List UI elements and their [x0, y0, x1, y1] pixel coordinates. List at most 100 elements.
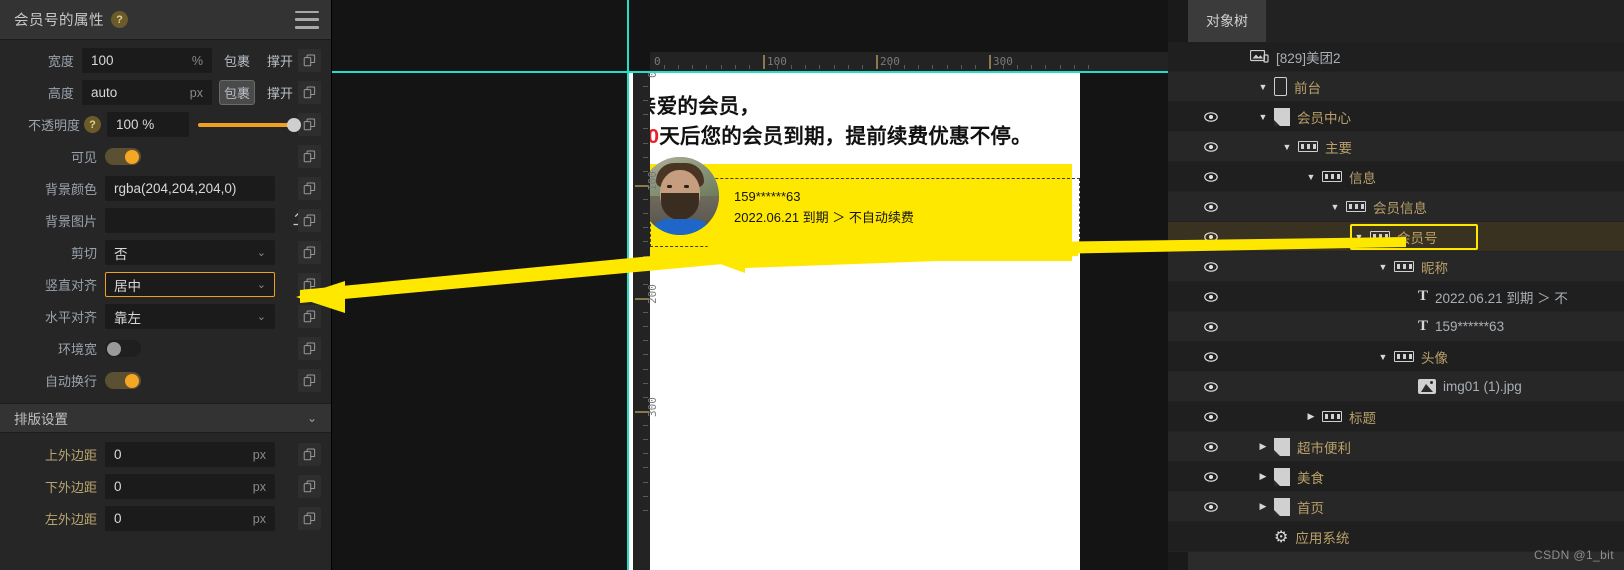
visibility-eye-icon[interactable]	[1204, 200, 1218, 214]
ruler-tick-label: 300	[646, 397, 659, 417]
guide-line-horizontal	[332, 71, 1168, 73]
toggle-switch[interactable]	[105, 340, 141, 357]
chevron-right-icon[interactable]: ▶	[1258, 441, 1268, 452]
chevron-down-icon[interactable]: ▼	[1330, 202, 1340, 212]
toggle-switch[interactable]	[105, 148, 141, 165]
chevron-down-icon[interactable]: ⌄	[257, 310, 266, 323]
opacity-slider[interactable]	[198, 117, 301, 132]
visibility-eye-icon[interactable]	[1204, 320, 1218, 334]
copy-icon[interactable]	[298, 273, 321, 296]
design-page[interactable]: 亲爱的会员， 40天后您的会员到期，提前续费优惠不停。 159******63 …	[628, 72, 1080, 570]
copy-icon[interactable]	[298, 209, 321, 232]
visibility-eye-icon[interactable]	[1204, 380, 1218, 394]
input-背景颜色[interactable]: rgba(204,204,204,0)	[105, 176, 275, 201]
copy-icon[interactable]	[298, 337, 321, 360]
visibility-eye-icon[interactable]	[1204, 170, 1218, 184]
chevron-down-icon[interactable]: ▼	[1378, 262, 1388, 272]
tree-row[interactable]: T 2022.06.21 到期 ＞ 不	[1168, 282, 1624, 312]
copy-icon[interactable]	[298, 145, 321, 168]
chevron-down-icon[interactable]: ⌄	[257, 246, 266, 259]
chevron-down-icon[interactable]: ⌄	[307, 411, 317, 425]
property-label: 背景图片	[44, 214, 97, 229]
chevron-down-icon[interactable]: ▼	[1258, 82, 1268, 92]
visibility-eye-icon[interactable]	[1204, 110, 1218, 124]
section-layout-settings[interactable]: 排版设置 ⌄	[0, 403, 331, 433]
input-高度[interactable]: auto px	[81, 80, 212, 105]
tree-row[interactable]: [829]美团2	[1168, 42, 1624, 72]
background-image-field[interactable]	[105, 208, 275, 233]
input-竖直对齐[interactable]: 居中 ⌄	[105, 272, 275, 297]
property-label: 下外边距	[44, 480, 97, 495]
copy-icon[interactable]	[298, 241, 321, 264]
tree-row[interactable]: ▼ 会员号	[1168, 222, 1624, 252]
tree-row[interactable]: ▶ 超市便利	[1168, 432, 1624, 462]
unit-label: px	[252, 447, 266, 462]
copy-icon[interactable]	[298, 369, 321, 392]
tree-item-label: 会员信息	[1373, 200, 1427, 216]
input-剪切[interactable]: 否 ⌄	[105, 240, 275, 265]
help-icon[interactable]: ?	[84, 116, 101, 133]
tree-row[interactable]: ▼ 会员信息	[1168, 192, 1624, 222]
chevron-down-icon[interactable]: ▼	[1282, 142, 1292, 152]
size-mode-撑开[interactable]: 撑开	[262, 48, 298, 73]
input-下外边距[interactable]: 0 px	[105, 474, 275, 499]
input-水平对齐[interactable]: 靠左 ⌄	[105, 304, 275, 329]
tree-row[interactable]: ▼ 前台	[1168, 72, 1624, 102]
chevron-down-icon[interactable]: ▼	[1378, 352, 1388, 362]
tab-object-tree[interactable]: 对象树	[1188, 0, 1266, 42]
input-左外边距[interactable]: 0 px	[105, 506, 275, 531]
tree-row[interactable]: ▼ 主要	[1168, 132, 1624, 162]
chevron-down-icon[interactable]: ▼	[1258, 112, 1268, 122]
visibility-eye-icon[interactable]	[1204, 440, 1218, 454]
tree-row[interactable]: ▶ 首页	[1168, 492, 1624, 522]
tree-row[interactable]: ▶ 标题	[1168, 402, 1624, 432]
help-icon[interactable]: ?	[111, 11, 128, 28]
visibility-eye-icon[interactable]	[1204, 500, 1218, 514]
tree-row[interactable]: ▼ 昵称	[1168, 252, 1624, 282]
input-宽度[interactable]: 100%	[81, 48, 212, 73]
visibility-eye-icon[interactable]	[1204, 260, 1218, 274]
visibility-eye-icon[interactable]	[1204, 290, 1218, 304]
copy-icon[interactable]	[298, 507, 321, 530]
size-mode-包裹[interactable]: 包裹	[218, 80, 255, 105]
chevron-down-icon[interactable]: ⌄	[257, 278, 266, 291]
visibility-eye-icon[interactable]	[1204, 230, 1218, 244]
tree-row[interactable]: T 159******63	[1168, 312, 1624, 342]
visibility-eye-icon[interactable]	[1204, 140, 1218, 154]
visibility-eye-icon[interactable]	[1204, 410, 1218, 424]
input-value: auto	[90, 85, 118, 100]
tree-row[interactable]: ▼ 会员中心	[1168, 102, 1624, 132]
copy-icon[interactable]	[298, 443, 321, 466]
chevron-down-icon[interactable]: ▼	[1354, 232, 1364, 242]
copy-icon[interactable]	[298, 177, 321, 200]
chevron-down-icon[interactable]: ▼	[1306, 172, 1316, 182]
chevron-right-icon[interactable]: ▶	[1258, 471, 1268, 482]
canvas-area[interactable]: 0100200300 0100200300 亲爱的会员， 40天后您的会员到期，…	[332, 0, 1168, 570]
vertical-ruler: 0 100 200 300	[633, 71, 659, 570]
member-card-highlight[interactable]: 159******63 2022.06.21 到期 ＞ 不自动续费	[636, 157, 1080, 261]
tree-item-label: 2022.06.21 到期 ＞ 不	[1435, 290, 1568, 306]
property-row-4: 背景颜色 rgba(204,204,204,0)	[0, 174, 331, 203]
size-mode-包裹[interactable]: 包裹	[219, 48, 255, 73]
copy-icon[interactable]	[298, 305, 321, 328]
tree-row[interactable]: img01 (1).jpg	[1168, 372, 1624, 402]
copy-icon[interactable]	[298, 49, 321, 72]
tree-row[interactable]: ▼ 头像	[1168, 342, 1624, 372]
copy-icon[interactable]	[298, 113, 321, 136]
input-上外边距[interactable]: 0 px	[105, 442, 275, 467]
copy-icon[interactable]	[298, 81, 321, 104]
property-panel-header: 会员号的属性 ?	[0, 0, 331, 40]
visibility-eye-icon[interactable]	[1204, 350, 1218, 364]
tree-row[interactable]: ▶ 美食	[1168, 462, 1624, 492]
visibility-eye-icon[interactable]	[1204, 470, 1218, 484]
tree-row[interactable]: ▼ 信息	[1168, 162, 1624, 192]
toggle-switch[interactable]	[105, 372, 141, 389]
chevron-right-icon[interactable]: ▶	[1258, 501, 1268, 512]
size-mode-撑开[interactable]: 撑开	[262, 80, 298, 105]
copy-icon[interactable]	[298, 475, 321, 498]
opacity-input[interactable]: 100 %	[107, 112, 189, 137]
hamburger-icon[interactable]	[295, 10, 319, 29]
text-icon: T	[1418, 318, 1429, 334]
chevron-right-icon[interactable]: ▶	[1306, 411, 1316, 422]
greeting-line-1: 亲爱的会员，	[636, 95, 761, 118]
